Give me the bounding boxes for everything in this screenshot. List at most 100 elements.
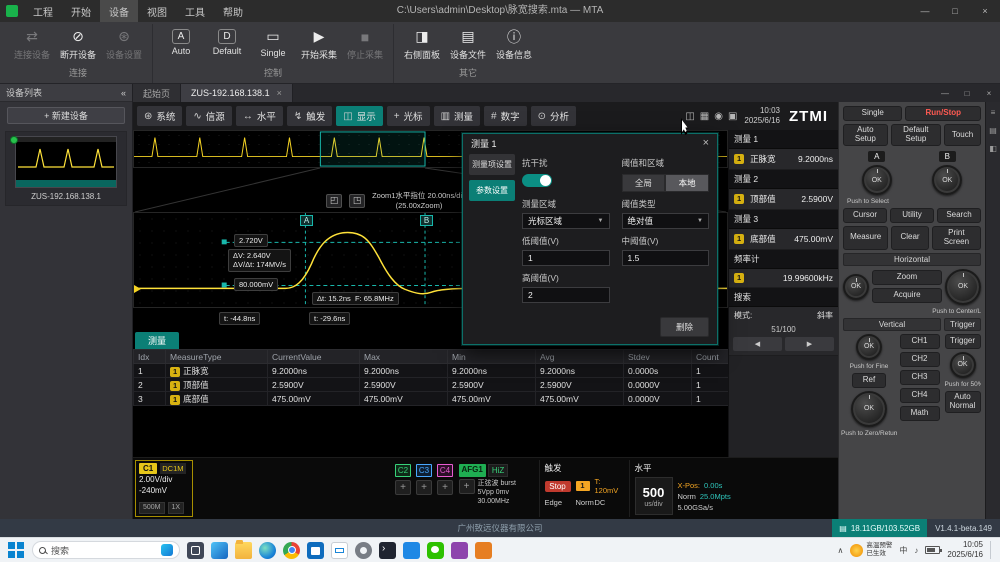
vertical-scale-knob[interactable]: OK [851,391,887,427]
chrome-browser-icon[interactable] [283,542,300,559]
show-desktop-button[interactable] [990,541,993,559]
table-row[interactable]: 3 1底部值 475.00mV475.00mV 475.00mV475.00mV… [134,392,729,406]
ch4-button[interactable]: CH4 [900,388,940,403]
edge-browser-icon[interactable] [259,542,276,559]
acquire-button[interactable]: Acquire [872,288,942,303]
table-row[interactable]: 1 1正脉宽 9.2000ns9.2000ns 9.2000ns9.2000ns… [134,364,729,378]
device-settings-button[interactable]: ⊛ 设备设置 [101,24,147,64]
auto-setup-button[interactable]: Auto Setup [843,124,888,146]
channel2-add-button[interactable]: + [395,480,411,495]
channel4-badge[interactable]: C4 [437,464,453,477]
grid-icon[interactable]: ▦ [700,111,709,122]
menu-tools[interactable]: 工具 [176,0,214,22]
scope-menu-horizontal[interactable]: ↔水平 [236,106,283,126]
window-close-button[interactable]: × [970,0,1000,22]
search-panel-header[interactable]: 搜索 [729,288,838,307]
mdi-maximize-button[interactable]: □ [956,84,978,102]
threshold-type-dropdown[interactable]: 绝对值 ▼ [622,213,710,229]
default-setup-button[interactable]: Default Setup [891,124,941,146]
vertical-position-knob[interactable]: OK [856,334,882,360]
scope-menu-source[interactable]: ∿信源 [186,106,231,126]
trigger-status-block[interactable]: 触发 Stop 1 T: 120mV Edge Norm DC [539,460,627,517]
low-threshold-input[interactable]: 1 [522,250,610,266]
channel3-badge[interactable]: C3 [416,464,432,477]
panel-menu-icon[interactable]: ≡ [991,108,996,117]
zoom-window-left-button[interactable]: ◰ [326,194,342,208]
default-button[interactable]: D Default [204,24,250,64]
high-threshold-input[interactable]: 2 [522,287,610,303]
utility-button[interactable]: Utility [890,208,934,223]
anti-interference-toggle[interactable] [522,174,552,187]
terminal-icon[interactable] [379,542,396,559]
battery-icon[interactable] [925,546,940,554]
taskbar-clock[interactable]: 10:05 2025/6/16 [947,540,983,560]
zoom-window-right-button[interactable]: ◳ [349,194,365,208]
new-device-button[interactable]: + 新建设备 [7,107,125,124]
auto-normal-button[interactable]: Auto Normal [945,391,981,413]
tab-close-icon[interactable]: × [277,88,282,98]
utility-app-icon[interactable] [475,542,492,559]
start-button[interactable] [7,541,25,559]
search-prev-button[interactable]: ◀ [733,337,782,351]
cursor-b-label[interactable]: B [420,215,433,226]
screenshot-icon[interactable]: ▣ [728,111,737,122]
sidebar-collapse-icon[interactable]: « [121,88,126,98]
global-button[interactable]: 全局 [622,174,666,192]
measure3-header[interactable]: 测量 3 [729,210,838,229]
horizontal-scale-knob[interactable]: OK [945,269,981,305]
channel1-block[interactable]: C1 DC1M 2.00V/div -240mV 500M 1X [135,460,193,517]
horizontal-status-block[interactable]: 水平 500 us/div X-Pos: 0.00s [629,460,837,517]
device-info-button[interactable]: ⓘ 设备信息 [491,24,537,64]
panel-files-icon[interactable]: ▤ [989,126,997,135]
single-button[interactable]: Single [843,106,902,121]
afg-add-button[interactable]: + [459,479,475,494]
tray-expand-icon[interactable]: ∧ [838,546,844,555]
run-stop-button[interactable]: Run/Stop [905,106,981,121]
trigger-level-knob[interactable]: OK [950,352,976,378]
scope-menu-digital[interactable]: #数字 [484,106,527,126]
record-icon[interactable]: ◉ [714,111,723,122]
touch-button[interactable]: Touch [944,124,981,146]
trigger-menu-button[interactable]: Trigger [945,334,981,349]
task-view-icon[interactable] [187,542,204,559]
search-button[interactable]: Search [937,208,981,223]
afg-block[interactable]: AFG1 HiZ + 正弦波 burst 5Vpp 0mv 30.00MHz [457,460,537,517]
mail-icon[interactable] [331,542,348,559]
table-row[interactable]: 2 1顶部值 2.5900V2.5900V 2.5900V2.5900V 0.0… [134,378,729,392]
measure1-result[interactable]: 1 正脉宽 9.2000ns [729,149,838,170]
scope-menu-measure[interactable]: ▥测量 [434,106,480,126]
auto-button[interactable]: A Auto [158,24,204,64]
right-panel-button[interactable]: ◨ 右侧面板 [399,24,445,64]
scope-menu-trigger[interactable]: ↯触发 [287,106,332,126]
widgets-icon[interactable] [211,542,228,559]
channel4-add-button[interactable]: + [437,480,453,495]
settings-icon[interactable] [355,542,372,559]
multipurpose-knob-a[interactable]: OK [862,165,892,195]
local-button[interactable]: 本地 [665,174,709,192]
code-editor-icon[interactable] [403,542,420,559]
tab-device[interactable]: ZUS-192.168.138.1 × [181,84,293,102]
frequency-counter-result[interactable]: 1 19.99600kHz [729,269,838,288]
ime-indicator[interactable]: 中 [899,545,907,556]
menu-start[interactable]: 开始 [62,0,100,22]
print-screen-button[interactable]: Print Screen [932,226,981,250]
measure-table-tab[interactable]: 测量 [135,332,179,349]
ref-button[interactable]: Ref [852,373,886,388]
tab-start-page[interactable]: 起始页 [133,84,181,102]
multipurpose-knob-b[interactable]: OK [932,165,962,195]
taskbar-search[interactable]: 搜索 [32,541,180,559]
device-list-item[interactable]: ZUS-192.168.138.1 [5,131,127,206]
scope-menu-system[interactable]: ⊛系统 [137,106,182,126]
disconnect-device-button[interactable]: ⊘ 断开设备 [55,24,101,64]
menu-project[interactable]: 工程 [24,0,62,22]
frequency-counter-header[interactable]: 频率计 [729,250,838,269]
window-minimize-button[interactable]: — [910,0,940,22]
measure1-header[interactable]: 测量 1 [729,130,838,149]
cursor-a-label[interactable]: A [300,215,313,226]
dialog-close-icon[interactable]: × [703,137,709,149]
camera-app-icon[interactable] [451,542,468,559]
menu-view[interactable]: 视图 [138,0,176,22]
ch1-button[interactable]: CH1 [900,334,940,349]
weather-alert[interactable]: 高温预警 已生效 [850,542,892,558]
clear-button[interactable]: Clear [891,226,928,250]
